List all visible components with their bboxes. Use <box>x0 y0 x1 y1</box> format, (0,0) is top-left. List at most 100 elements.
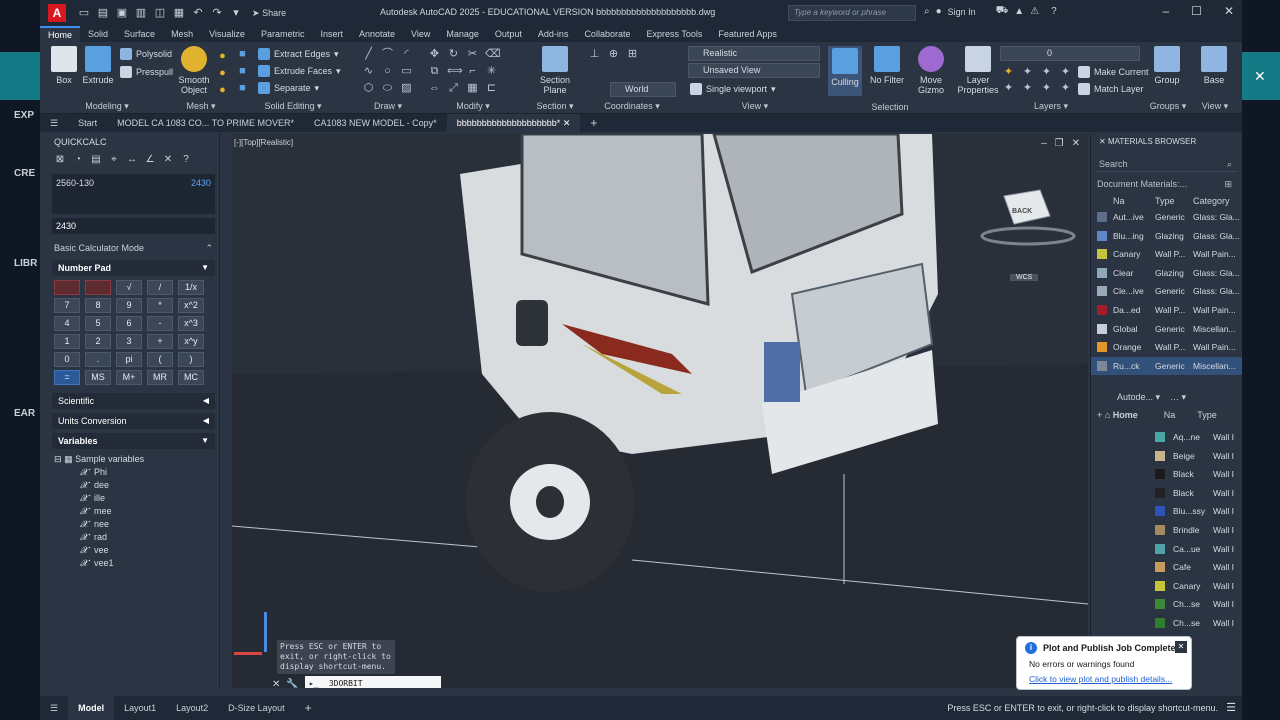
search-icon[interactable]: ⌕ <box>1227 156 1232 172</box>
library-material-row[interactable]: Ch...se Wall I <box>1151 614 1242 633</box>
viewport-config-button[interactable]: Single viewport ▾ <box>690 83 776 95</box>
save-as-icon[interactable]: ▥ <box>135 7 147 19</box>
material-row[interactable]: Cle...ive Generic Glass: Gla... <box>1091 282 1242 301</box>
layer-dropdown[interactable]: 0 <box>1000 46 1140 61</box>
variables-header[interactable]: Variables ▼ <box>52 433 215 449</box>
tab-surface[interactable]: Surface <box>116 26 163 42</box>
presspull-button[interactable]: Presspull <box>120 66 173 78</box>
polygon-icon[interactable]: ⬡ <box>362 82 375 95</box>
tab-collaborate[interactable]: Collaborate <box>576 26 638 42</box>
column-header[interactable]: Na <box>1113 194 1155 208</box>
drawing-viewport[interactable]: [-][Top][Realistic] – ❐ ✕ BACK WCS Press… <box>232 134 1088 688</box>
tab-manage[interactable]: Manage <box>438 26 487 42</box>
layer-lock-icon[interactable]: ✦ <box>1059 66 1072 79</box>
layout-tab-model[interactable]: Model <box>68 696 115 720</box>
stretch-icon[interactable]: ⇔ <box>428 82 441 95</box>
move-gizmo-button[interactable]: Move Gizmo <box>910 46 952 95</box>
tab-annotate[interactable]: Annotate <box>351 26 403 42</box>
tab-home[interactable]: Home <box>40 26 81 42</box>
mesh-sphere-icon[interactable]: ● <box>216 50 229 63</box>
named-view-dropdown[interactable]: Unsaved View <box>688 63 820 78</box>
number-pad-header[interactable]: Number Pad ▼ <box>52 260 215 276</box>
calc-key[interactable]: pi <box>116 352 142 367</box>
intersect-icon[interactable]: ■ <box>236 82 249 95</box>
library-dropdown[interactable]: Autode... ▾ … ▾ <box>1091 388 1242 406</box>
layer-freeze-icon[interactable]: ✦ <box>1040 66 1053 79</box>
calc-key[interactable]: 6 <box>116 316 142 331</box>
search-icon[interactable]: ⌕ <box>924 6 930 17</box>
library-material-row[interactable]: Ca...ue Wall I <box>1151 540 1242 559</box>
library-material-row[interactable]: Canary Wall I <box>1151 577 1242 596</box>
clear-icon[interactable]: ⊠ <box>54 154 66 166</box>
extrude-button[interactable]: Extrude <box>78 46 118 85</box>
material-row[interactable]: Clear Glazing Glass: Gla... <box>1091 264 1242 283</box>
layout-tab[interactable]: Layout2 <box>166 696 218 720</box>
redo-icon[interactable]: ↷ <box>211 7 223 19</box>
calc-key[interactable]: 1 <box>54 334 80 349</box>
material-row[interactable]: Global Generic Miscellan... <box>1091 320 1242 339</box>
polysolid-button[interactable]: Polysolid <box>120 48 172 60</box>
variable-item[interactable]: 𝓧rad <box>54 531 213 544</box>
ucs-view-icon[interactable]: ⊞ <box>626 48 639 61</box>
tab-view[interactable]: View <box>403 26 438 42</box>
distance-icon[interactable]: ↔ <box>126 154 138 166</box>
offset-icon[interactable]: ⊏ <box>485 82 498 95</box>
maximize-icon[interactable]: ☐ <box>1191 4 1202 18</box>
new-tab-icon[interactable]: + <box>580 114 607 132</box>
layer-walk-icon[interactable]: ✦ <box>1059 82 1072 95</box>
sign-in-label[interactable]: Sign In <box>948 7 976 17</box>
variable-item[interactable]: 𝓧 Phi <box>54 466 213 479</box>
union-icon[interactable]: ■ <box>236 48 249 61</box>
tab-visualize[interactable]: Visualize <box>201 26 253 42</box>
paste-icon[interactable]: ▤ <box>90 154 102 166</box>
tab-express-tools[interactable]: Express Tools <box>638 26 710 42</box>
panel-title[interactable]: Solid Editing ▾ <box>236 101 350 112</box>
customize-icon[interactable]: ☰ <box>1226 701 1236 714</box>
calc-key[interactable]: ( <box>147 352 173 367</box>
tab-insert[interactable]: Insert <box>312 26 351 42</box>
help-icon[interactable]: ? <box>1051 6 1057 17</box>
share-button[interactable]: ➤ Share <box>252 8 286 19</box>
library-material-row[interactable]: Black Wall I <box>1151 465 1242 484</box>
extrude-faces-button[interactable]: Extrude Faces ▾ <box>258 65 341 77</box>
calc-key[interactable]: ) <box>178 352 204 367</box>
calc-key[interactable]: MC <box>178 370 204 385</box>
command-input[interactable]: ▸_ 3DORBIT <box>304 676 441 688</box>
calc-key-backspace[interactable] <box>85 280 111 295</box>
menu-icon[interactable]: ☰ <box>40 696 68 720</box>
match-layer-button[interactable]: Match Layer <box>1078 83 1144 95</box>
tab-mesh[interactable]: Mesh <box>163 26 201 42</box>
rectangle-icon[interactable]: ▭ <box>400 65 413 78</box>
wrench-icon[interactable]: 🔧 <box>286 679 298 689</box>
tab-output[interactable]: Output <box>487 26 530 42</box>
layer-off-icon[interactable]: ✦ <box>1002 66 1015 79</box>
rotate-icon[interactable]: ↻ <box>447 48 460 61</box>
library-home[interactable]: + ⌂ Home Na Type <box>1091 406 1242 424</box>
make-current-button[interactable]: Make Current <box>1078 66 1149 78</box>
calc-key[interactable]: √ <box>116 280 142 295</box>
calc-key[interactable]: x^3 <box>178 316 204 331</box>
intersection-icon[interactable]: ✕ <box>162 154 174 166</box>
minimize-icon[interactable]: – <box>1162 4 1169 18</box>
viewport-controls-label[interactable]: [-][Top][Realistic] <box>234 138 293 147</box>
file-tab-active[interactable]: bbbbbbbbbbbbbbbbbbbb* ✕ <box>446 114 581 132</box>
column-header[interactable]: Na <box>1164 410 1176 420</box>
tab-featured-apps[interactable]: Featured Apps <box>710 26 785 42</box>
autocad-logo[interactable]: A <box>48 4 66 22</box>
tab-solid[interactable]: Solid <box>80 26 116 42</box>
get-coordinates-icon[interactable]: ⌖ <box>108 154 120 166</box>
variable-item[interactable]: 𝓧vee1 <box>54 557 213 570</box>
materials-search-input[interactable]: Search ⌕ <box>1097 156 1236 172</box>
panel-title[interactable]: Section ▾ <box>530 101 580 112</box>
calculator-mode[interactable]: Basic Calculator Mode ⌃ <box>48 240 219 256</box>
ucs-icon[interactable]: ⊥ <box>588 48 601 61</box>
layer-unlock-icon[interactable]: ✦ <box>1040 82 1053 95</box>
trim-icon[interactable]: ✂ <box>466 48 479 61</box>
column-header[interactable]: Type <box>1155 194 1193 208</box>
history-result[interactable]: 2430 <box>191 178 211 188</box>
arc-icon[interactable]: ◜ <box>400 48 413 61</box>
tree-folder[interactable]: ⊟ ▦ Sample variables <box>54 453 213 466</box>
section-plane-button[interactable]: Section Plane <box>532 46 578 95</box>
close-icon[interactable]: ✕ <box>1099 137 1106 146</box>
close-icon[interactable]: ✕ <box>1224 4 1234 18</box>
